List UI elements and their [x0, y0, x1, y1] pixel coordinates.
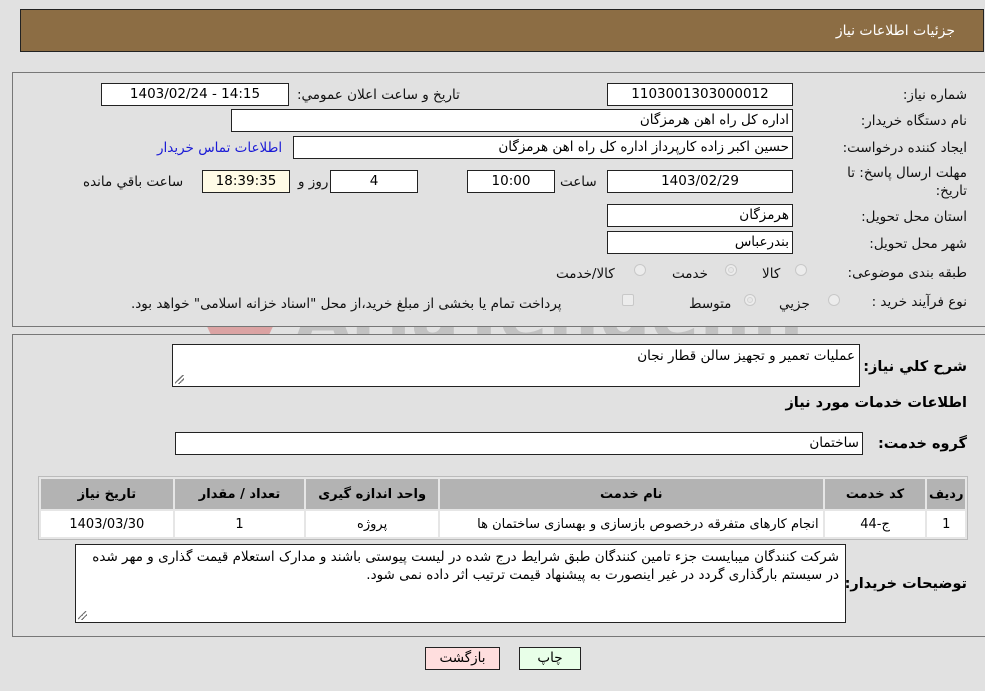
table-header-row: رديف کد خدمت نام خدمت واحد اندازه گيری ت…: [41, 479, 965, 509]
purchase-small-radio[interactable]: [828, 294, 840, 306]
cell-row-number: 1: [927, 511, 965, 537]
buyer-notes-textarea[interactable]: شرکت کنندگان میبایست جزء تامین کنندگان ط…: [75, 544, 846, 623]
summary-text: عملیات تعمیر و تجهیز سالن قطار نجان: [637, 348, 855, 364]
deadline-label: مهلت ارسال پاسخ: تا تاریخ:: [847, 165, 967, 199]
summary-label: شرح کلي نياز:: [863, 359, 967, 375]
col-service-name: نام خدمت: [439, 479, 823, 509]
need-number-label: شماره نیاز:: [902, 87, 967, 103]
requester-field: حسين اکبر زاده کارپرداز اداره کل راه اهن…: [293, 136, 793, 159]
col-need-date: تاريخ نياز: [41, 479, 173, 509]
page-title: جزئیات اطلاعات نیاز: [835, 23, 955, 39]
category-goods-label: کالا: [762, 266, 781, 282]
buyer-org-label: نام دستگاه خريدار:: [860, 113, 967, 129]
deadline-time-label: ساعت: [560, 174, 597, 190]
province-label: استان محل تحویل:: [861, 209, 967, 225]
treasury-checkbox[interactable]: [622, 294, 634, 306]
col-service-code: کد خدمت: [824, 479, 926, 509]
service-group-label: گروه خدمت:: [877, 436, 967, 452]
print-button[interactable]: چاپ: [519, 647, 581, 670]
category-service-label: خدمت: [672, 266, 708, 282]
buyer-notes-label: توضيحات خريدار:: [844, 576, 967, 592]
days-label: روز و: [298, 174, 329, 190]
days-remaining-field: 4: [330, 170, 418, 193]
purchase-medium-label: متوسط: [689, 296, 732, 312]
purchase-small-label: جزيي: [779, 296, 810, 312]
buyer-org-field: اداره کل راه اهن هرمزگان: [231, 109, 793, 132]
resize-grip-icon[interactable]: [78, 611, 87, 620]
services-heading: اطلاعات خدمات مورد نياز: [785, 395, 967, 411]
deadline-time-field: 10:00: [467, 170, 555, 193]
city-label: شهر محل تحویل:: [869, 236, 967, 252]
col-quantity: تعداد / مقدار: [174, 479, 305, 509]
province-field: هرمزگان: [607, 204, 793, 227]
requester-label: ايجاد کننده درخواست:: [842, 140, 967, 156]
announce-datetime-label: تاریخ و ساعت اعلان عمومي:: [297, 87, 460, 103]
category-goods-service-label: کالا/خدمت: [556, 266, 615, 282]
category-goods-radio[interactable]: [795, 264, 807, 276]
city-field: بندرعباس: [607, 231, 793, 254]
summary-textarea[interactable]: عملیات تعمیر و تجهیز سالن قطار نجان: [172, 344, 860, 387]
cell-service-name: انجام کارهای متفرقه درخصوص بازسازی و بهس…: [439, 511, 823, 537]
purchase-medium-radio[interactable]: [744, 294, 756, 306]
announce-datetime-field: 1403/02/24 - 14:15: [101, 83, 289, 106]
col-unit: واحد اندازه گيری: [306, 479, 438, 509]
cell-need-date: 1403/03/30: [41, 511, 173, 537]
back-button[interactable]: بازگشت: [425, 647, 500, 670]
need-number-field: 1103001303000012: [607, 83, 793, 106]
cell-service-code: ج-44: [824, 511, 926, 537]
time-remaining-field: 18:39:35: [202, 170, 290, 193]
deadline-date-field: 1403/02/29: [607, 170, 793, 193]
table-row: 1 ج-44 انجام کارهای متفرقه درخصوص بازساز…: [41, 511, 965, 537]
cell-quantity: 1: [174, 511, 305, 537]
buyer-notes-text: شرکت کنندگان میبایست جزء تامین کنندگان ط…: [92, 549, 839, 583]
category-service-radio[interactable]: [725, 264, 737, 276]
category-goods-service-radio[interactable]: [634, 264, 646, 276]
col-row-number: رديف: [927, 479, 965, 509]
time-remaining-label: ساعت باقي مانده: [83, 174, 184, 190]
purchase-type-label: نوع فرآیند خرید :: [871, 294, 967, 310]
services-table: رديف کد خدمت نام خدمت واحد اندازه گيری ت…: [38, 476, 968, 540]
category-label: طبقه بندی موضوعی:: [847, 265, 967, 281]
buyer-contact-link[interactable]: اطلاعات تماس خريدار: [157, 140, 282, 156]
page-header: جزئیات اطلاعات نیاز: [20, 9, 984, 52]
service-group-field: ساختمان: [175, 432, 863, 455]
treasury-note: پرداخت تمام يا بخشی از مبلغ خريد،از محل …: [131, 296, 562, 312]
resize-grip-icon[interactable]: [175, 375, 184, 384]
cell-unit: پروژه: [306, 511, 438, 537]
